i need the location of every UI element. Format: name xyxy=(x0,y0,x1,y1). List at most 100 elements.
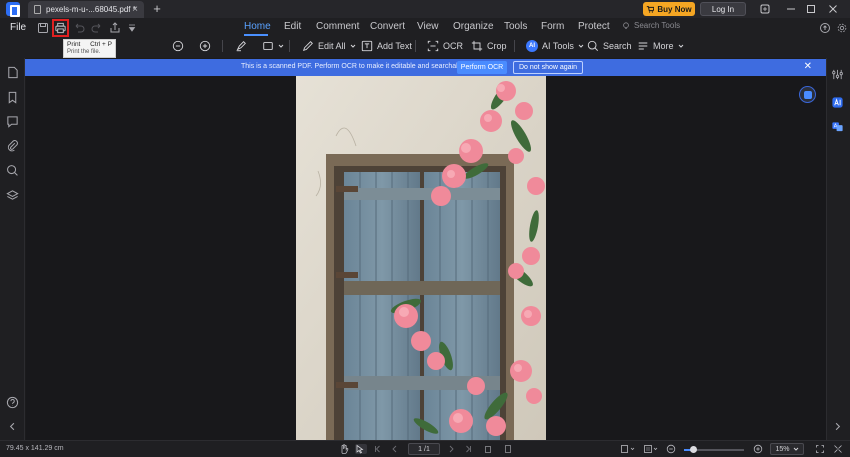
help-icon[interactable] xyxy=(6,396,19,409)
thumbnails-icon[interactable] xyxy=(6,66,19,79)
tab-form[interactable]: Form xyxy=(541,21,564,32)
search-icon[interactable] xyxy=(6,164,19,177)
log-in-button[interactable]: Log In xyxy=(700,2,746,16)
account-icon[interactable] xyxy=(758,2,772,16)
tab-tools[interactable]: Tools xyxy=(504,21,527,32)
document-tab[interactable]: pexels-m-u-...68045.pdf * × xyxy=(28,1,144,18)
collapse-sidebar-icon[interactable] xyxy=(6,420,19,433)
translate-icon[interactable]: A xyxy=(831,120,844,133)
page-layout-dropdown-icon[interactable] xyxy=(643,444,659,454)
maximize-icon[interactable] xyxy=(804,2,818,16)
edit-all-label: Edit All xyxy=(318,41,346,51)
print-icon xyxy=(55,22,66,34)
page-dimensions: 79.45 x 141.29 cm xyxy=(6,445,64,452)
floating-ai-button[interactable] xyxy=(799,86,816,103)
chevron-down-icon xyxy=(278,44,284,48)
tab-home[interactable]: Home xyxy=(244,21,271,32)
fullscreen-icon[interactable] xyxy=(833,444,845,454)
crop-icon xyxy=(471,40,483,52)
zoom-level-value: 15% xyxy=(775,445,790,453)
do-not-show-again-button[interactable]: Do not show again xyxy=(513,61,583,74)
chevron-down-icon xyxy=(578,44,584,48)
edit-all-button[interactable]: Edit All xyxy=(302,38,356,54)
close-window-icon[interactable] xyxy=(826,2,840,16)
toolbar-divider xyxy=(514,40,515,52)
close-icon[interactable]: ✕ xyxy=(804,61,812,72)
ocr-banner-message: This is a scanned PDF. Perform OCR to ma… xyxy=(241,63,468,70)
active-tab-indicator xyxy=(244,34,268,36)
settings-icon[interactable] xyxy=(836,21,850,35)
undo-icon[interactable] xyxy=(72,21,86,35)
zoom-out-icon[interactable] xyxy=(666,444,678,454)
ocr-banner: This is a scanned PDF. Perform OCR to ma… xyxy=(25,59,826,76)
ocr-button[interactable]: OCR xyxy=(427,38,463,54)
previous-page-icon[interactable] xyxy=(390,444,402,454)
tab-edit[interactable]: Edit xyxy=(284,21,301,32)
rotate-icon[interactable] xyxy=(483,444,495,454)
crop-button[interactable]: Crop xyxy=(471,38,507,54)
share-icon[interactable] xyxy=(108,21,122,35)
layers-icon[interactable] xyxy=(6,189,19,202)
scan-icon xyxy=(427,40,439,52)
chevron-down-icon xyxy=(678,44,683,48)
highlight-button[interactable] xyxy=(235,38,247,54)
quick-access-dropdown-icon[interactable] xyxy=(125,21,139,35)
window-shutters-photo xyxy=(296,76,546,440)
tooltip-title: Print xyxy=(67,41,81,48)
first-page-icon[interactable] xyxy=(373,444,385,454)
perform-ocr-button[interactable]: Perform OCR xyxy=(457,61,507,74)
ai-sparkle-icon xyxy=(803,90,812,99)
bookmark-icon[interactable] xyxy=(6,91,19,104)
zoom-level-select[interactable]: 15% xyxy=(770,443,804,455)
add-text-label: Add Text xyxy=(377,41,412,51)
fit-page-dropdown-icon[interactable] xyxy=(620,444,636,454)
fit-width-icon[interactable] xyxy=(815,444,827,454)
tooltip-description: Print the file. xyxy=(67,49,101,55)
new-tab-button[interactable]: + xyxy=(150,1,164,17)
cloud-upload-icon[interactable] xyxy=(818,21,832,35)
buy-now-button[interactable]: Buy Now xyxy=(643,2,695,16)
log-in-label: Log In xyxy=(711,4,735,14)
tab-comment[interactable]: Comment xyxy=(316,21,359,32)
zoom-out-button[interactable] xyxy=(172,38,184,54)
more-button[interactable]: More xyxy=(637,38,684,54)
toolbar-divider xyxy=(222,40,223,52)
search-label: Search xyxy=(603,41,632,51)
expand-panel-icon[interactable] xyxy=(831,420,844,433)
next-page-icon[interactable] xyxy=(446,444,458,454)
last-page-icon[interactable] xyxy=(463,444,475,454)
tab-close-icon[interactable]: × xyxy=(132,4,138,15)
zoom-in-icon xyxy=(199,40,211,52)
print-button-highlight[interactable] xyxy=(52,19,69,37)
single-page-view-icon[interactable] xyxy=(503,444,515,454)
ai-tools-label: AI Tools xyxy=(542,41,574,51)
tab-convert[interactable]: Convert xyxy=(370,21,405,32)
comment-icon[interactable] xyxy=(6,115,19,128)
hand-tool-icon[interactable] xyxy=(339,444,351,454)
attachment-icon[interactable] xyxy=(6,139,19,152)
redo-icon[interactable] xyxy=(90,21,104,35)
ai-tools-button[interactable]: AI AI Tools xyxy=(526,38,584,54)
app-logo-icon[interactable] xyxy=(6,2,20,17)
page-number-field[interactable]: 1 /1 xyxy=(408,443,440,455)
select-tool-icon[interactable] xyxy=(355,444,367,454)
zoom-in-button[interactable] xyxy=(199,38,211,54)
zoom-slider-handle[interactable] xyxy=(690,446,697,453)
search-tools-field[interactable]: Search Tools xyxy=(622,21,680,30)
properties-icon[interactable] xyxy=(831,68,844,81)
save-icon[interactable] xyxy=(36,21,50,35)
search-button[interactable]: Search xyxy=(587,38,632,54)
tab-protect[interactable]: Protect xyxy=(578,21,610,32)
chevron-down-icon xyxy=(793,447,798,451)
cart-icon xyxy=(647,6,655,13)
zoom-in-icon[interactable] xyxy=(753,444,765,454)
ai-assistant-icon[interactable] xyxy=(831,96,844,109)
tab-organize[interactable]: Organize xyxy=(453,21,494,32)
add-text-button[interactable]: Add Text xyxy=(361,38,412,54)
shape-button[interactable] xyxy=(262,38,284,54)
minimize-icon[interactable] xyxy=(784,2,798,16)
file-menu[interactable]: File xyxy=(10,22,26,33)
more-label: More xyxy=(653,41,674,51)
tab-view[interactable]: View xyxy=(417,21,439,32)
pdf-page-image xyxy=(296,76,546,440)
